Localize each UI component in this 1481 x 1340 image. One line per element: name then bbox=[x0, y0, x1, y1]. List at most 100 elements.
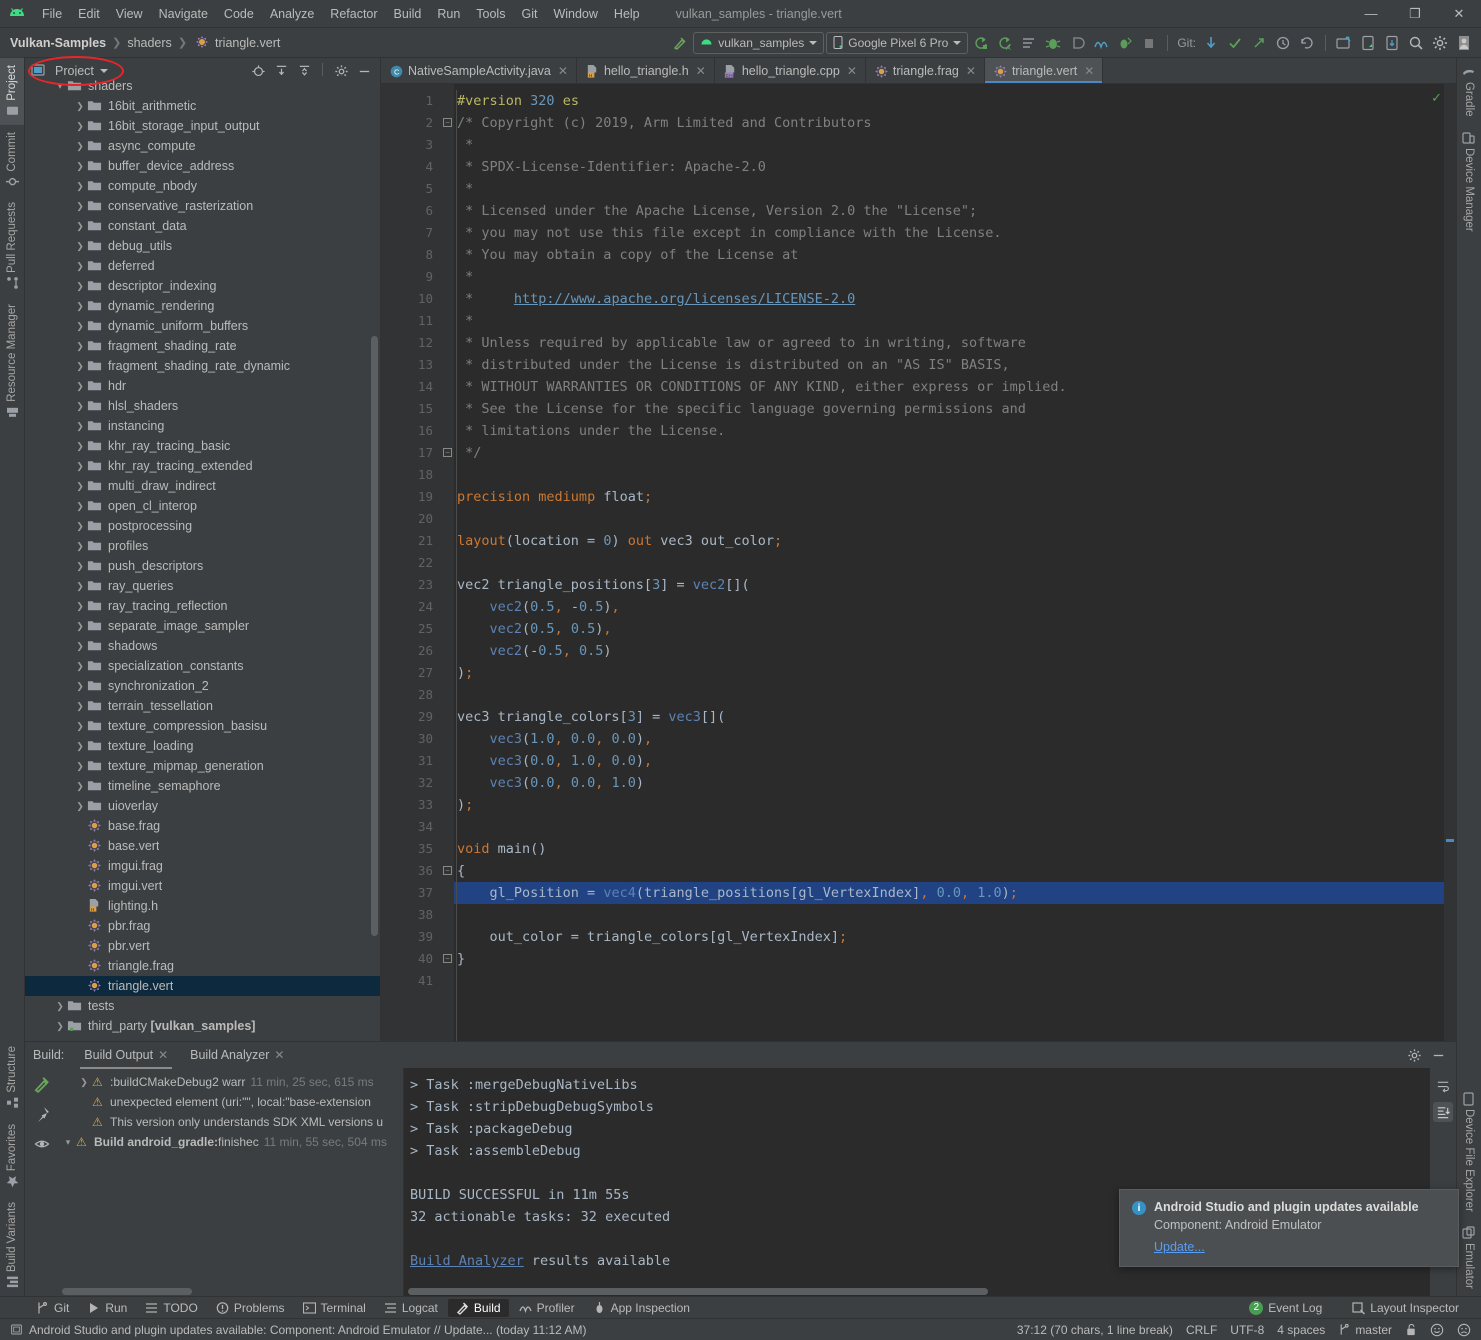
close-icon[interactable]: ✕ bbox=[966, 64, 976, 78]
chevron-right-icon[interactable]: ❯ bbox=[73, 621, 87, 632]
tool-tab-pull-requests[interactable]: Pull Requests bbox=[0, 195, 24, 297]
status-message[interactable]: Android Studio and plugin updates availa… bbox=[29, 1323, 586, 1337]
attach-debugger-icon[interactable] bbox=[1066, 32, 1088, 54]
code-line[interactable]: precision mediump float; bbox=[454, 486, 1456, 508]
build-tree-hscrollbar[interactable] bbox=[62, 1288, 192, 1295]
chevron-right-icon[interactable]: ❯ bbox=[73, 301, 87, 312]
tree-item[interactable]: ❯synchronization_2 bbox=[25, 676, 380, 696]
code-content[interactable]: #version 320 es/* Copyright (c) 2019, Ar… bbox=[454, 84, 1456, 1041]
chevron-right-icon[interactable]: ❯ bbox=[73, 581, 87, 592]
build-analyzer-link[interactable]: Build Analyzer bbox=[410, 1253, 524, 1269]
line-number[interactable]: 19 bbox=[381, 486, 441, 508]
push-icon[interactable] bbox=[1248, 32, 1270, 54]
build-tree-row[interactable]: ❯⚠:buildCMakeDebug 2 warr11 min, 25 sec,… bbox=[58, 1072, 403, 1092]
line-number[interactable]: 31 bbox=[381, 750, 441, 772]
code-line[interactable]: void main() bbox=[454, 838, 1456, 860]
tool-tab-device-manager[interactable]: Device Manager bbox=[1457, 124, 1481, 239]
code-line[interactable]: vec3(0.0, 1.0, 0.0), bbox=[454, 750, 1456, 772]
tree-item[interactable]: ❯timeline_semaphore bbox=[25, 776, 380, 796]
caret-position[interactable]: 37:12 (70 chars, 1 line break) bbox=[1017, 1323, 1173, 1337]
code-line[interactable] bbox=[454, 508, 1456, 530]
editor-tab-triangle-frag[interactable]: triangle.frag✕ bbox=[866, 58, 985, 83]
menu-view[interactable]: View bbox=[108, 4, 151, 24]
tree-item[interactable]: ❯async_compute bbox=[25, 136, 380, 156]
chevron-right-icon[interactable]: ❯ bbox=[53, 1021, 67, 1032]
chevron-right-icon[interactable]: ❯ bbox=[73, 541, 87, 552]
line-number[interactable]: 10 bbox=[381, 288, 441, 310]
code-line[interactable]: * See the License for the specific langu… bbox=[454, 398, 1456, 420]
tree-item[interactable]: base.vert bbox=[25, 836, 380, 856]
apply-changes-icon[interactable]: A bbox=[994, 32, 1016, 54]
build-tree-row[interactable]: ▾⚠Build android_gradle: finishec11 min, … bbox=[58, 1132, 403, 1152]
line-number[interactable]: 40 bbox=[381, 948, 441, 970]
tree-item[interactable]: ❯hlsl_shaders bbox=[25, 396, 380, 416]
chevron-right-icon[interactable]: ❯ bbox=[73, 141, 87, 152]
fold-marker-icon[interactable]: − bbox=[443, 118, 452, 127]
tree-item[interactable]: ❯16bit_storage_input_output bbox=[25, 116, 380, 136]
tree-item[interactable]: ❯dynamic_rendering bbox=[25, 296, 380, 316]
bottom-tab-problems[interactable]: Problems bbox=[208, 1299, 293, 1317]
tree-item[interactable]: ❯texture_loading bbox=[25, 736, 380, 756]
line-number[interactable]: 17 bbox=[381, 442, 441, 464]
git-branch-widget[interactable]: master bbox=[1338, 1323, 1392, 1337]
code-line[interactable] bbox=[454, 684, 1456, 706]
line-number[interactable]: 25 bbox=[381, 618, 441, 640]
chevron-right-icon[interactable]: ❯ bbox=[53, 1001, 67, 1012]
tree-item[interactable]: pbr.vert bbox=[25, 936, 380, 956]
code-line[interactable]: } bbox=[454, 948, 1456, 970]
chevron-right-icon[interactable]: ❯ bbox=[73, 741, 87, 752]
tree-item[interactable]: base.frag bbox=[25, 816, 380, 836]
tree-item[interactable]: ❯ray_tracing_reflection bbox=[25, 596, 380, 616]
tree-item[interactable]: pbr.frag bbox=[25, 916, 380, 936]
chevron-down-icon[interactable]: ▾ bbox=[60, 1137, 76, 1148]
run-coverage-icon[interactable] bbox=[1114, 32, 1136, 54]
chevron-right-icon[interactable]: ❯ bbox=[73, 321, 87, 332]
code-line[interactable]: * WITHOUT WARRANTIES OR CONDITIONS OF AN… bbox=[454, 376, 1456, 398]
line-number[interactable]: 27 bbox=[381, 662, 441, 684]
code-line[interactable]: * SPDX-License-Identifier: Apache-2.0 bbox=[454, 156, 1456, 178]
line-number[interactable]: 7 bbox=[381, 222, 441, 244]
maximize-button[interactable]: ❐ bbox=[1393, 0, 1437, 28]
tree-item[interactable]: ❯uioverlay bbox=[25, 796, 380, 816]
tree-item[interactable]: Hlighting.h bbox=[25, 896, 380, 916]
soft-wrap-icon[interactable] bbox=[1433, 1076, 1453, 1096]
sync-gradle-icon[interactable] bbox=[970, 32, 992, 54]
editor-tab-nativesampleactivity-java[interactable]: CNativeSampleActivity.java✕ bbox=[381, 58, 577, 83]
chevron-right-icon[interactable]: ❯ bbox=[73, 721, 87, 732]
chevron-right-icon[interactable]: ❯ bbox=[73, 181, 87, 192]
fold-marker-icon[interactable]: − bbox=[443, 866, 452, 875]
tool-tab-build-variants[interactable]: Build Variants bbox=[0, 1195, 24, 1296]
build-hammer-icon[interactable] bbox=[32, 1074, 52, 1094]
tree-item[interactable]: ❯compute_nbody bbox=[25, 176, 380, 196]
happy-face-icon[interactable] bbox=[1430, 1323, 1444, 1337]
close-icon[interactable]: ✕ bbox=[847, 64, 857, 78]
tree-item[interactable]: ❯khr_ray_tracing_basic bbox=[25, 436, 380, 456]
notification-balloon[interactable]: i Android Studio and plugin updates avai… bbox=[1119, 1189, 1459, 1267]
code-folding-column[interactable]: −−−− bbox=[441, 84, 454, 1041]
breadcrumb-file[interactable]: triangle.vert bbox=[215, 36, 280, 50]
code-line[interactable]: vec2(0.5, -0.5), bbox=[454, 596, 1456, 618]
bottom-tab-todo[interactable]: TODO bbox=[137, 1299, 205, 1317]
menu-code[interactable]: Code bbox=[216, 4, 262, 24]
line-number[interactable]: 26 bbox=[381, 640, 441, 662]
hide-panel-icon[interactable] bbox=[1428, 1045, 1448, 1065]
bottom-tab-git[interactable]: Git bbox=[28, 1299, 77, 1317]
inspection-ok-icon[interactable]: ✓ bbox=[1431, 90, 1442, 106]
chevron-right-icon[interactable]: ❯ bbox=[73, 461, 87, 472]
chevron-right-icon[interactable]: ❯ bbox=[73, 481, 87, 492]
line-number[interactable]: 8 bbox=[381, 244, 441, 266]
tree-item[interactable]: ❯texture_mipmap_generation bbox=[25, 756, 380, 776]
code-line[interactable]: * bbox=[454, 178, 1456, 200]
tree-item[interactable]: ❯texture_compression_basisu bbox=[25, 716, 380, 736]
build-tab-build-output[interactable]: Build Output✕ bbox=[76, 1045, 176, 1065]
code-line-highlighted[interactable]: gl_Position = vec4(triangle_positions[gl… bbox=[454, 882, 1456, 904]
code-line[interactable]: vec2(-0.5, 0.5) bbox=[454, 640, 1456, 662]
tree-item[interactable]: ❯third_party [vulkan_samples] bbox=[25, 1016, 380, 1036]
line-number[interactable]: 20 bbox=[381, 508, 441, 530]
tool-tab-commit[interactable]: Commit bbox=[0, 125, 24, 196]
menu-refactor[interactable]: Refactor bbox=[322, 4, 385, 24]
minimize-button[interactable]: — bbox=[1349, 0, 1393, 28]
chevron-right-icon[interactable]: ❯ bbox=[73, 241, 87, 252]
bottom-tab-profiler[interactable]: Profiler bbox=[511, 1299, 583, 1317]
menu-file[interactable]: File bbox=[34, 4, 70, 24]
